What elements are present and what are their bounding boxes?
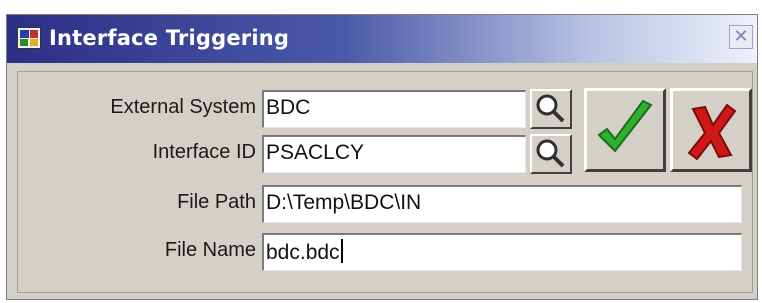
form-panel: External System BDC Interface ID PSACLCY (17, 71, 753, 293)
ok-button[interactable] (584, 88, 666, 172)
magnifier-icon (536, 94, 565, 123)
interface-triggering-dialog: Interface Triggering ✕ External System B… (6, 14, 758, 300)
external-system-field[interactable]: BDC (262, 90, 526, 128)
file-name-field[interactable]: bdc.bdc (262, 233, 742, 271)
app-icon (17, 27, 41, 49)
magnifier-icon (536, 139, 565, 168)
interface-id-lov-button[interactable] (530, 134, 572, 174)
external-system-lov-button[interactable] (530, 89, 572, 129)
external-system-label: External System (110, 96, 256, 118)
close-button[interactable]: ✕ (729, 25, 753, 49)
title-bar[interactable]: Interface Triggering ✕ (7, 15, 757, 63)
file-path-label: File Path (177, 191, 256, 213)
red-x-icon (687, 103, 737, 161)
checkmark-icon (597, 99, 653, 153)
interface-id-label: Interface ID (152, 141, 256, 163)
cancel-button[interactable] (670, 88, 752, 172)
interface-id-field[interactable]: PSACLCY (262, 135, 526, 173)
file-name-label: File Name (164, 239, 256, 261)
file-name-value: bdc.bdc (266, 241, 340, 264)
text-caret (340, 239, 343, 263)
window-title: Interface Triggering (49, 26, 290, 50)
file-path-field[interactable]: D:\Temp\BDC\IN (262, 185, 742, 223)
